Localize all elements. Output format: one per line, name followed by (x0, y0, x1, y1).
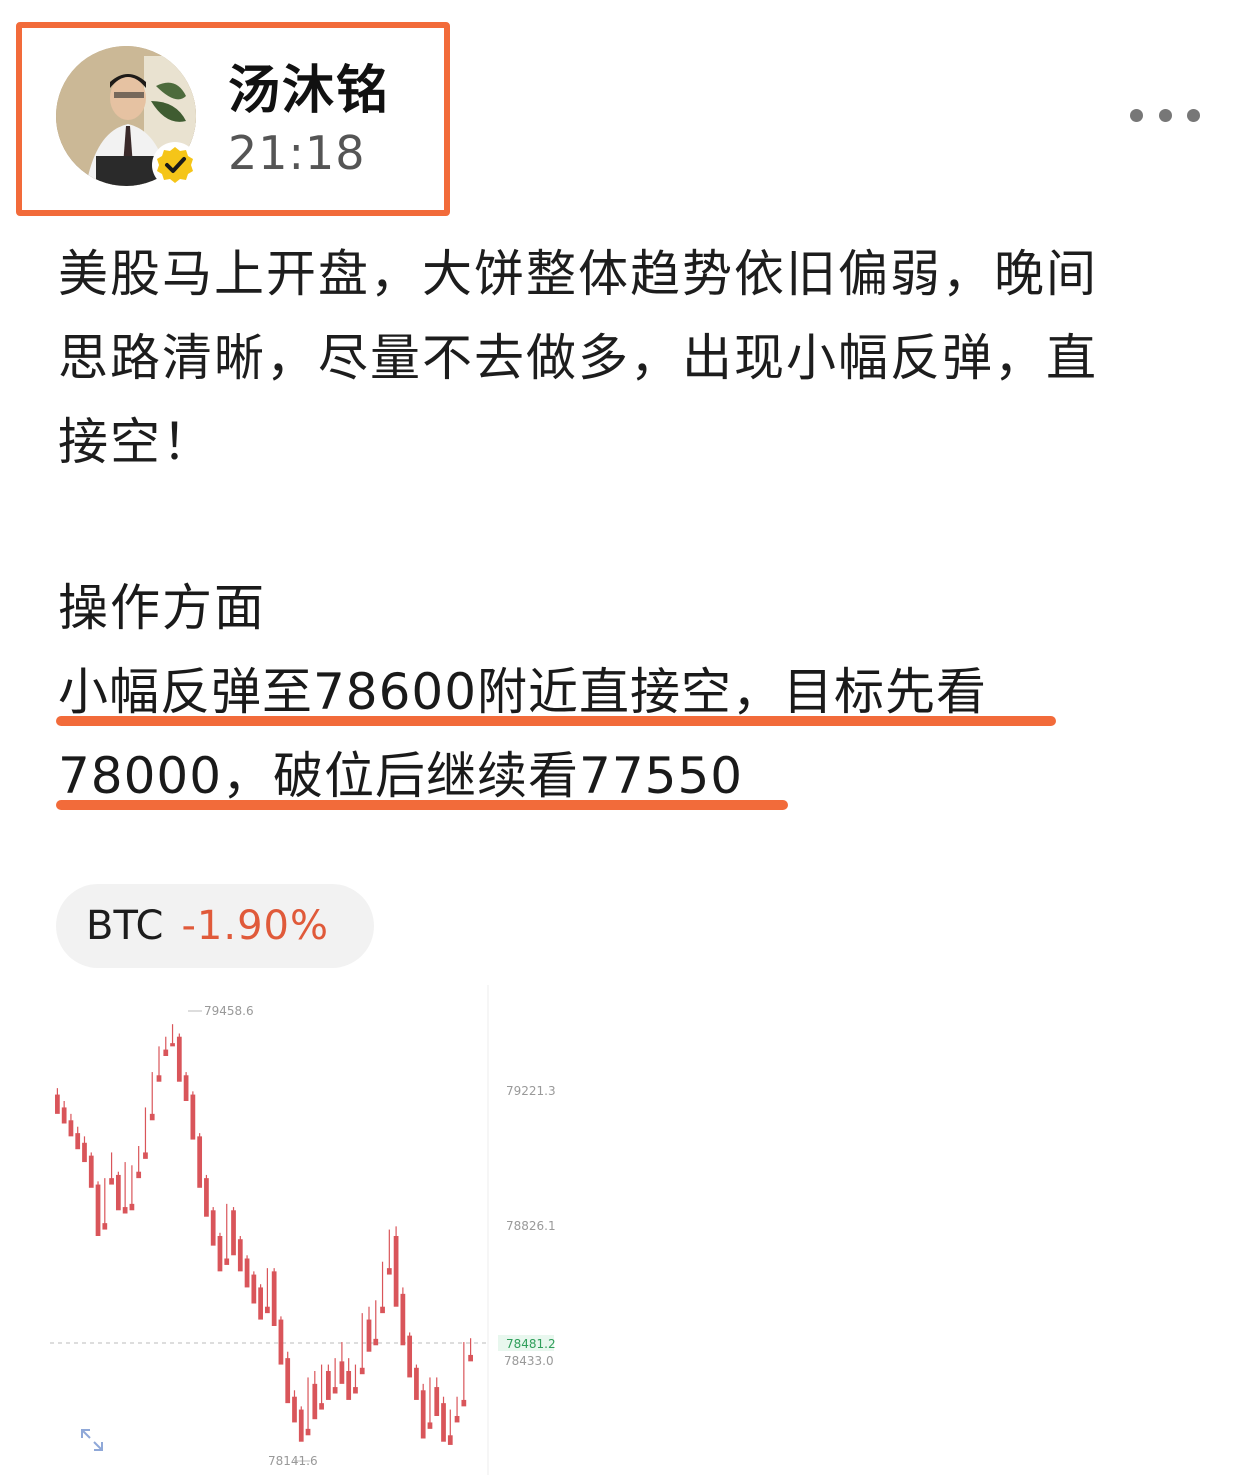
candle-body (224, 1258, 230, 1265)
candle-body (427, 1422, 433, 1429)
candle-body (95, 1184, 101, 1236)
price-label-78433: 78433.0 (504, 1354, 554, 1368)
candle-body (447, 1435, 453, 1445)
candle-body (170, 1043, 175, 1047)
candle-body (420, 1390, 426, 1439)
candle-body (217, 1236, 223, 1272)
candle-body (129, 1203, 135, 1211)
dot-icon (1158, 108, 1172, 122)
ticker-chip[interactable]: BTC -1.90% (56, 884, 374, 968)
dot-icon (1187, 108, 1200, 122)
low-price-label: 78141.6 (268, 1454, 318, 1468)
candle-body (109, 1178, 114, 1185)
candle-body (305, 1428, 311, 1436)
candle-body (407, 1335, 413, 1378)
candle-body (278, 1319, 284, 1365)
candle-body (102, 1223, 108, 1230)
candle-body (434, 1387, 440, 1416)
candle-body (237, 1239, 243, 1272)
high-price-label: 79458.6 (204, 1004, 254, 1018)
candle-body (258, 1287, 263, 1320)
candle-body (210, 1210, 216, 1246)
candle-body (271, 1271, 277, 1326)
post-line: 思路清晰，尽量不去做多，出现小幅反弹，直 (58, 329, 1098, 387)
candle-body (122, 1207, 128, 1214)
post-body: 美股马上开盘，大饼整体趋势依旧偏弱，晚间 思路清晰，尽量不去做多，出现小幅反弹，… (58, 232, 1198, 484)
candle-body (414, 1367, 419, 1400)
section-title: 操作方面 (58, 579, 266, 637)
candle-body (55, 1094, 60, 1114)
candle-body (353, 1387, 358, 1394)
price-label-78826: 78826.1 (506, 1219, 556, 1233)
candle-body (149, 1113, 155, 1121)
author-name[interactable]: 汤沐铭 (228, 48, 390, 123)
candle-body (319, 1403, 324, 1410)
ticker-change: -1.90% (181, 903, 329, 949)
verified-badge-icon (152, 142, 198, 188)
candle-body (332, 1387, 338, 1394)
candle-body (312, 1383, 318, 1420)
candle-body (292, 1396, 297, 1423)
candlestick-chart[interactable]: 79458.6 79221.3 78826.1 78481.2 78433.0 … (50, 985, 570, 1475)
candle-body (346, 1371, 352, 1400)
price-label-79221: 79221.3 (506, 1084, 556, 1098)
candle-body (190, 1094, 196, 1140)
candle-body (339, 1361, 345, 1384)
candle-body (400, 1293, 406, 1346)
post-line: 美股马上开盘，大饼整体趋势依旧偏弱，晚间 (58, 245, 1098, 303)
candle-body (468, 1354, 473, 1362)
candle-body (380, 1306, 385, 1314)
candle-body (61, 1107, 67, 1124)
current-price-label: 78481.2 (506, 1337, 556, 1351)
candle-body (75, 1133, 81, 1150)
candle-body (143, 1152, 148, 1159)
candle-body (285, 1358, 291, 1404)
dot-icon (1130, 108, 1143, 122)
candle-body (231, 1210, 236, 1256)
post-time: 21:18 (228, 126, 366, 180)
candle-body (176, 1036, 182, 1082)
candle-body (68, 1120, 74, 1137)
candle-body (163, 1049, 169, 1056)
candle-body (461, 1399, 467, 1407)
candle-body (244, 1258, 250, 1288)
candle-body (454, 1416, 460, 1423)
candle-body (183, 1075, 189, 1101)
candle-body (265, 1306, 270, 1314)
candle-body (115, 1174, 121, 1211)
candle-body (88, 1155, 94, 1188)
candle-body (366, 1319, 372, 1352)
candle-body (204, 1178, 209, 1217)
highlight-underline (56, 716, 1056, 726)
candle-body (373, 1338, 379, 1346)
ticker-symbol: BTC (86, 903, 164, 949)
candle-body (325, 1371, 331, 1400)
highlight-underline (56, 800, 788, 810)
candle-body (136, 1171, 142, 1179)
candle-body (359, 1367, 365, 1375)
candle-body (82, 1142, 87, 1163)
expand-icon[interactable] (78, 1426, 106, 1454)
candle-body (197, 1136, 203, 1188)
post-line: 接空！ (58, 413, 214, 471)
candle-body (156, 1075, 162, 1082)
candle-body (386, 1268, 392, 1275)
candle-body (441, 1403, 446, 1442)
candle-body (251, 1274, 257, 1304)
more-options-icon[interactable] (1130, 100, 1200, 130)
candle-body (298, 1409, 304, 1442)
candle-body (393, 1236, 399, 1307)
